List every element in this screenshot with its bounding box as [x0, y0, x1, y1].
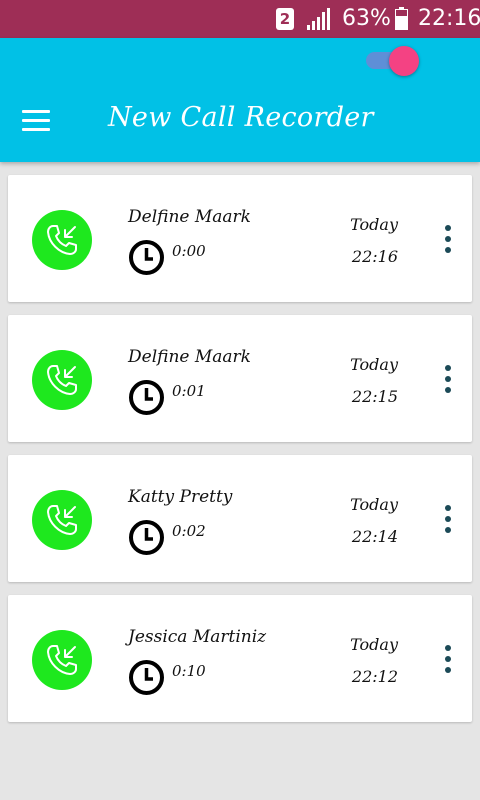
- incoming-call-icon: [32, 210, 92, 270]
- app-title: New Call Recorder: [108, 102, 374, 133]
- call-day: Today: [350, 215, 398, 234]
- more-options-icon[interactable]: [438, 363, 458, 395]
- clock-icon: [129, 660, 164, 695]
- call-list-item[interactable]: Jessica Martiniz 0:10 Today 22:12: [8, 595, 472, 722]
- call-list-item[interactable]: Delfine Maark 0:01 Today 22:15: [8, 315, 472, 442]
- call-duration: 0:01: [172, 382, 206, 400]
- battery-icon: [395, 7, 408, 30]
- more-options-icon[interactable]: [438, 503, 458, 535]
- incoming-call-icon: [32, 630, 92, 690]
- call-duration: 0:10: [172, 662, 206, 680]
- contact-name: Jessica Martiniz: [128, 627, 267, 647]
- app-bar: New Call Recorder: [0, 38, 480, 162]
- call-day: Today: [350, 355, 398, 374]
- sim-2-icon: 2: [276, 8, 294, 30]
- call-day: Today: [350, 635, 398, 654]
- menu-icon[interactable]: [22, 110, 50, 132]
- call-list-item[interactable]: Delfine Maark 0:00 Today 22:16: [8, 175, 472, 302]
- call-time: 22:16: [351, 247, 398, 266]
- call-duration: 0:02: [172, 522, 206, 540]
- call-duration: 0:00: [172, 242, 206, 260]
- battery-percent: 63%: [342, 6, 391, 31]
- more-options-icon[interactable]: [438, 643, 458, 675]
- status-time: 22:16: [418, 6, 480, 31]
- call-time: 22:15: [351, 387, 398, 406]
- incoming-call-icon: [32, 350, 92, 410]
- contact-name: Delfine Maark: [128, 347, 251, 367]
- call-time: 22:14: [351, 527, 398, 546]
- clock-icon: [129, 520, 164, 555]
- recording-toggle[interactable]: [364, 46, 420, 76]
- more-options-icon[interactable]: [438, 223, 458, 255]
- clock-icon: [129, 240, 164, 275]
- contact-name: Katty Pretty: [128, 487, 233, 507]
- contact-name: Delfine Maark: [128, 207, 251, 227]
- incoming-call-icon: [32, 490, 92, 550]
- call-day: Today: [350, 495, 398, 514]
- call-time: 22:12: [351, 667, 398, 686]
- toggle-knob: [389, 46, 419, 76]
- signal-icon: [307, 8, 330, 30]
- call-list: Delfine Maark 0:00 Today 22:16 Delfine M…: [0, 162, 480, 800]
- status-bar: 2 63% 22:16: [0, 0, 480, 38]
- call-list-item[interactable]: Katty Pretty 0:02 Today 22:14: [8, 455, 472, 582]
- clock-icon: [129, 380, 164, 415]
